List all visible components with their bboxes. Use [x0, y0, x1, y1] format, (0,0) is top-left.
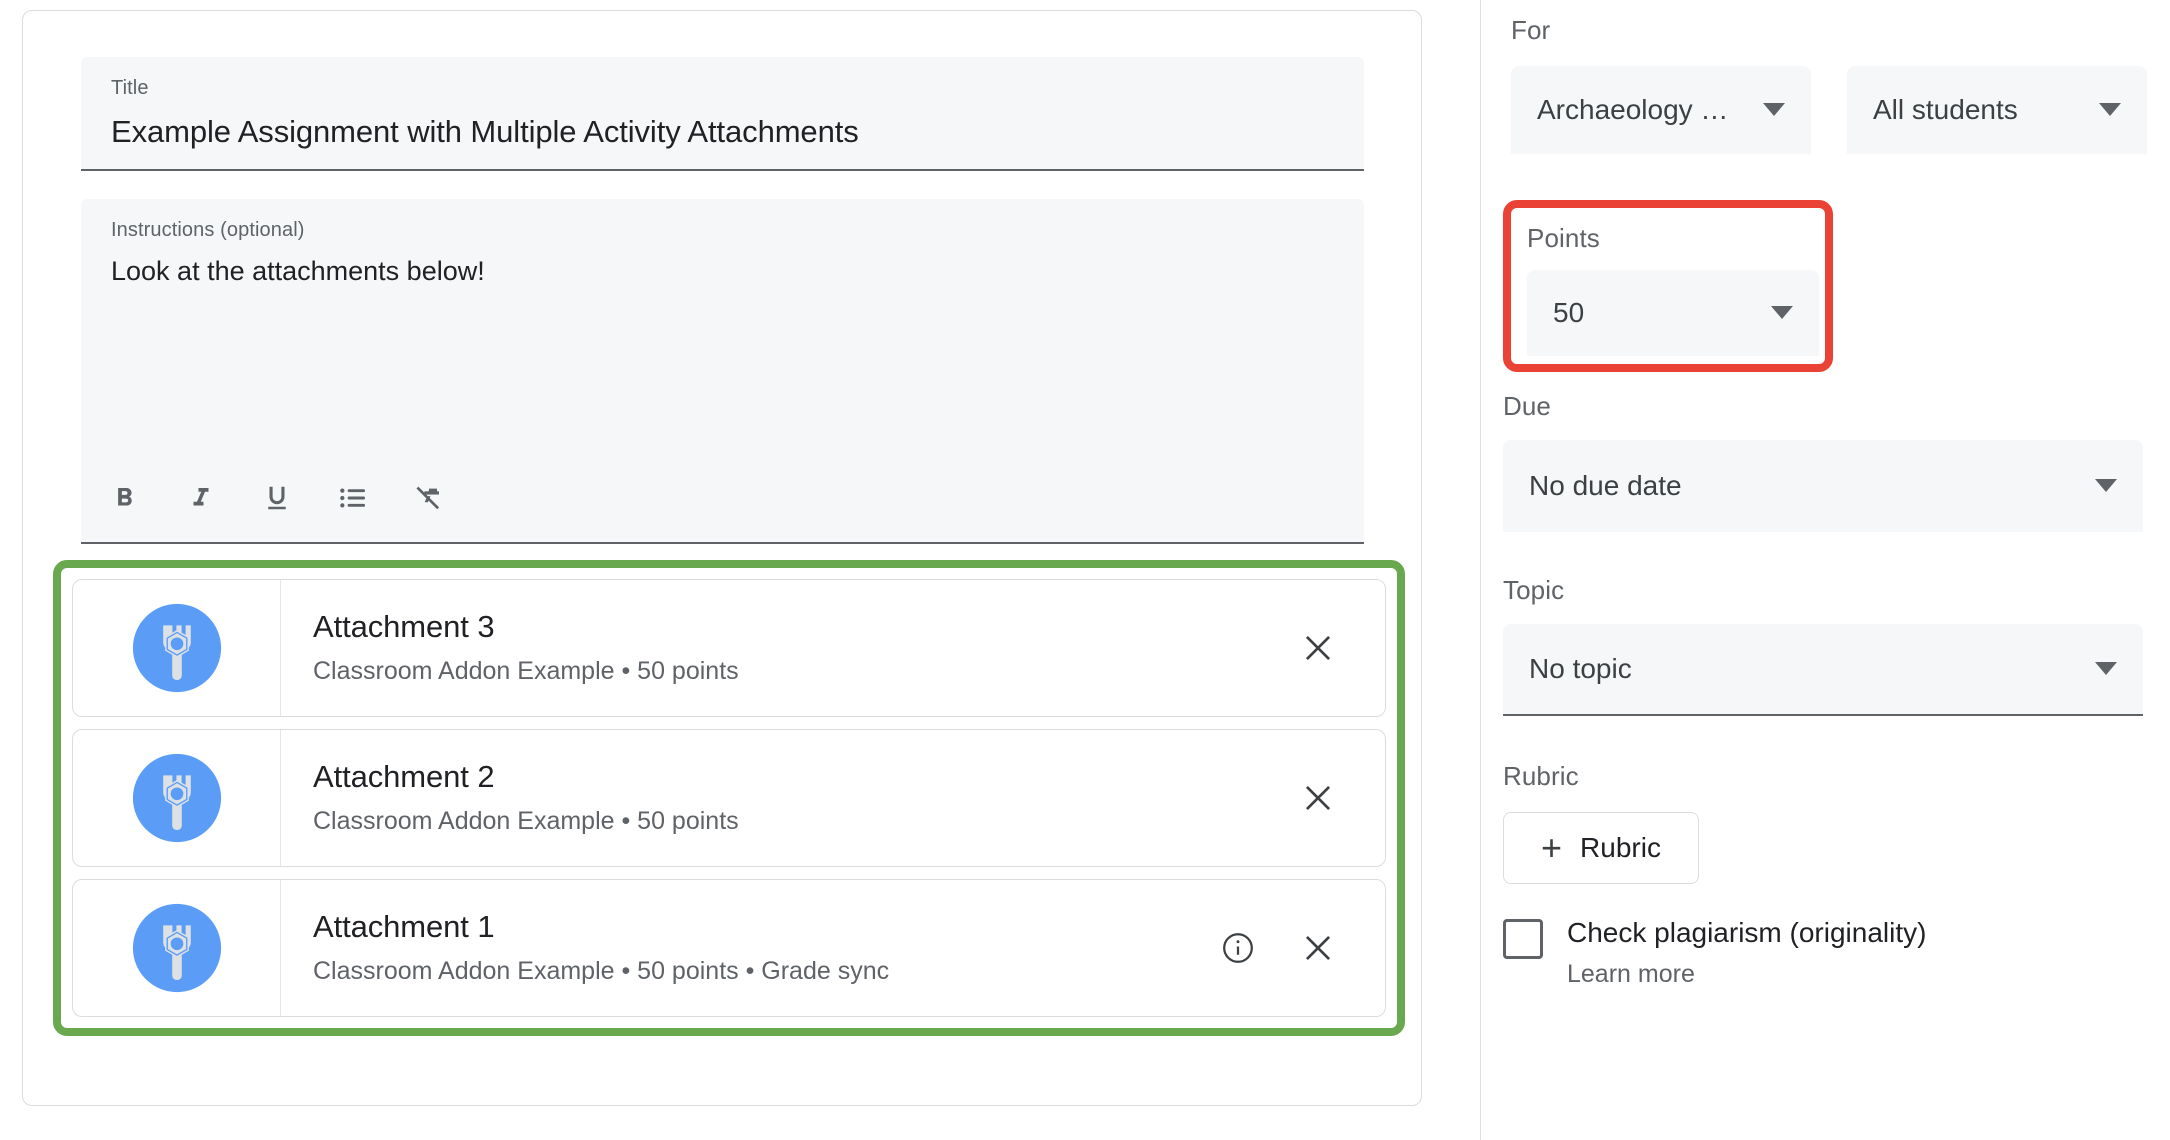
attachment-subtitle: Classroom Addon Example • 50 points [313, 807, 739, 836]
title-field-value[interactable]: Example Assignment with Multiple Activit… [111, 111, 1334, 153]
check-plagiarism-checkbox[interactable] [1503, 919, 1543, 959]
attachment-actions [1211, 880, 1385, 1016]
add-rubric-button-label: Rubric [1580, 831, 1661, 863]
close-icon[interactable] [1291, 771, 1345, 825]
attachment-row[interactable]: Attachment 2 Classroom Addon Example • 5… [72, 728, 1386, 867]
chevron-down-icon [2099, 103, 2121, 117]
due-select[interactable]: No due date [1503, 439, 2143, 532]
plus-icon: + [1541, 826, 1563, 868]
attachment-text: Attachment 2 Classroom Addon Example • 5… [281, 730, 1291, 866]
topic-section: Topic No topic [1503, 574, 2143, 716]
for-label: For [1511, 15, 1551, 45]
close-icon[interactable] [1291, 621, 1345, 675]
attachment-title: Attachment 3 [313, 608, 495, 644]
underline-icon[interactable] [255, 476, 299, 520]
chevron-down-icon [2095, 479, 2117, 493]
rubric-section: Rubric + Rubric [1503, 760, 1699, 884]
clear-formatting-icon[interactable] [407, 476, 451, 520]
assignment-editor-card: Title Example Assignment with Multiple A… [22, 10, 1422, 1106]
attachment-icon-cell [73, 879, 281, 1016]
attachment-text: Attachment 1 Classroom Addon Example • 5… [281, 880, 1211, 1016]
attachment-actions [1291, 580, 1385, 716]
bulleted-list-icon[interactable] [331, 476, 375, 520]
close-icon[interactable] [1291, 921, 1345, 975]
add-rubric-button[interactable]: + Rubric [1503, 811, 1699, 884]
attachment-row[interactable]: Attachment 3 Classroom Addon Example • 5… [72, 578, 1386, 717]
info-icon[interactable] [1211, 921, 1265, 975]
for-selects: Archaeology … All students [1511, 65, 2170, 154]
topic-select-value: No topic [1529, 652, 1632, 684]
attachments-highlight-box: Attachment 3 Classroom Addon Example • 5… [53, 559, 1405, 1036]
assignment-settings-pane: For Archaeology … All students Points 50 [1481, 0, 2170, 1140]
title-field-label: Title [111, 77, 149, 99]
attachment-subtitle: Classroom Addon Example • 50 points • Gr… [313, 957, 890, 986]
attachment-title: Attachment 1 [313, 908, 495, 944]
italic-icon[interactable] [179, 476, 223, 520]
plagiarism-section: Check plagiarism (originality) Learn mor… [1503, 915, 1926, 990]
rich-text-toolbar [103, 476, 451, 520]
chevron-down-icon [1771, 306, 1793, 320]
title-field[interactable]: Title Example Assignment with Multiple A… [81, 57, 1364, 171]
attachment-icon-cell [73, 579, 281, 716]
classroom-addon-icon [132, 753, 221, 842]
points-label: Points [1527, 223, 1600, 253]
students-select[interactable]: All students [1847, 65, 2147, 154]
plagiarism-text: Check plagiarism (originality) Learn mor… [1567, 915, 1926, 990]
classroom-addon-icon [132, 903, 221, 992]
instructions-field-label: Instructions (optional) [111, 218, 305, 241]
attachment-icon-cell [73, 729, 281, 866]
assignment-editor-pane: Title Example Assignment with Multiple A… [0, 0, 1480, 1140]
assignment-editor-page: Title Example Assignment with Multiple A… [0, 0, 2170, 1140]
bold-icon[interactable] [103, 476, 147, 520]
check-plagiarism-label: Check plagiarism (originality) [1567, 917, 1927, 948]
topic-select[interactable]: No topic [1503, 623, 2143, 716]
due-select-value: No due date [1529, 469, 1682, 501]
attachment-actions [1291, 730, 1385, 866]
points-highlight-box: Points 50 [1503, 200, 1833, 372]
course-select[interactable]: Archaeology … [1511, 65, 1811, 154]
points-select[interactable]: 50 [1527, 269, 1819, 356]
chevron-down-icon [2095, 662, 2117, 676]
attachment-subtitle: Classroom Addon Example • 50 points [313, 657, 739, 686]
attachment-text: Attachment 3 Classroom Addon Example • 5… [281, 580, 1291, 716]
classroom-addon-icon [132, 603, 221, 692]
due-label: Due [1503, 391, 1551, 421]
for-section: For Archaeology … All students [1511, 14, 2170, 154]
points-select-value: 50 [1553, 296, 1585, 328]
attachment-row[interactable]: Attachment 1 Classroom Addon Example • 5… [72, 878, 1386, 1017]
course-select-value: Archaeology … [1537, 93, 1729, 125]
instructions-field-value[interactable]: Look at the attachments below! [111, 253, 1334, 291]
chevron-down-icon [1763, 103, 1785, 117]
attachment-title: Attachment 2 [313, 758, 495, 794]
instructions-field[interactable]: Instructions (optional) Look at the atta… [81, 198, 1364, 544]
students-select-value: All students [1873, 93, 2018, 125]
topic-label: Topic [1503, 575, 1565, 605]
learn-more-link[interactable]: Learn more [1567, 959, 1926, 990]
rubric-label: Rubric [1503, 761, 1579, 791]
due-section: Due No due date [1503, 390, 2143, 532]
